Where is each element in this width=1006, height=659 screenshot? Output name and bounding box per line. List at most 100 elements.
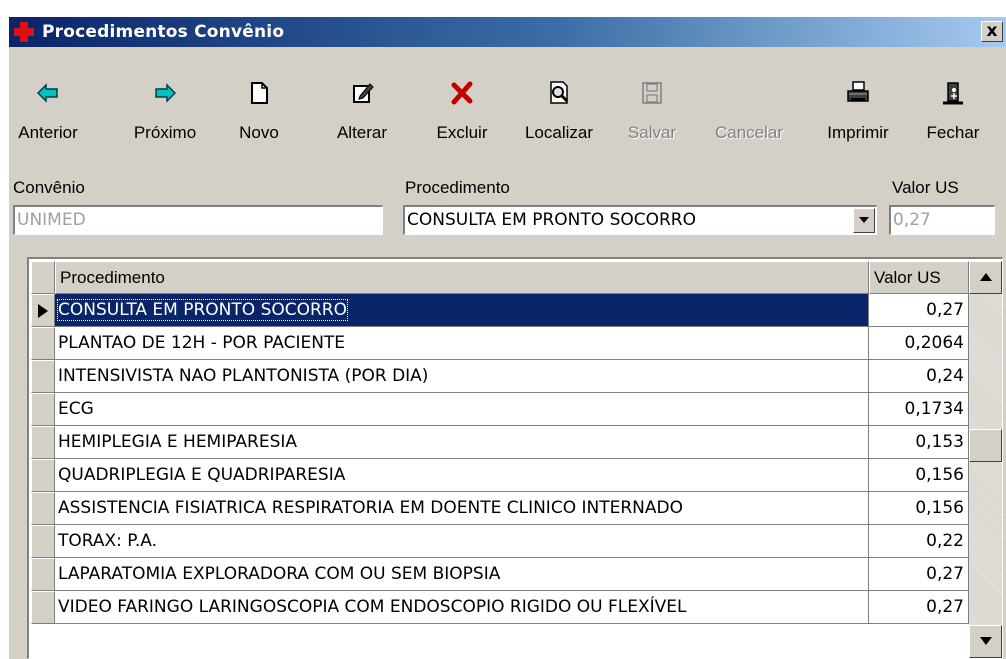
procedures-grid[interactable]: Procedimento Valor US CONSULTA EM PRONTO… — [27, 257, 1003, 659]
valor-cell[interactable]: 0,27 — [869, 558, 969, 591]
edit-icon — [353, 83, 374, 103]
procedimento-cell[interactable]: TORAX: P.A. — [55, 525, 869, 558]
row-indicator[interactable] — [31, 393, 55, 426]
procedimento-cell[interactable]: VIDEO FARINGO LARINGOSCOPIA COM ENDOSCOP… — [55, 591, 869, 624]
convenio-label: Convênio — [13, 178, 85, 197]
table-row[interactable]: QUADRIPLEGIA E QUADRIPARESIA 0,156 — [29, 459, 969, 492]
scroll-thumb[interactable] — [969, 429, 1002, 462]
arrow-up-icon — [980, 273, 992, 281]
fechar-label: Fechar — [926, 123, 980, 142]
table-row[interactable]: ECG 0,1734 — [29, 393, 969, 426]
valor-label: Valor US — [892, 178, 959, 197]
excluir-label: Excluir — [436, 123, 488, 142]
procedimento-text: INTENSIVISTA NAO PLANTONISTA (POR DIA) — [58, 366, 429, 386]
close-button[interactable]: x — [981, 21, 1003, 42]
scroll-down-button[interactable] — [969, 625, 1002, 658]
localizar-button[interactable]: Localizar — [517, 79, 601, 157]
novo-button[interactable]: Novo — [233, 79, 285, 157]
valor-field[interactable]: 0,27 — [889, 205, 995, 235]
valor-cell[interactable]: 0,24 — [869, 360, 969, 393]
vertical-scrollbar[interactable] — [969, 261, 1002, 658]
procedimento-text: CONSULTA EM PRONTO SOCORRO — [57, 299, 348, 321]
table-row[interactable]: HEMIPLEGIA E HEMIPARESIA 0,153 — [29, 426, 969, 459]
procedimento-cell[interactable]: ASSISTENCIA FISIATRICA RESPIRATORIA EM D… — [55, 492, 869, 525]
procedimento-label: Procedimento — [405, 178, 510, 197]
anterior-label: Anterior — [18, 123, 78, 142]
valor-cell[interactable]: 0,27 — [869, 294, 969, 327]
procedimento-text: TORAX: P.A. — [58, 531, 158, 551]
salvar-button[interactable]: Salvar — [625, 79, 679, 157]
delete-x-icon — [451, 81, 473, 105]
current-row-arrow-icon — [38, 304, 48, 318]
header-valor-us[interactable]: Valor US — [869, 261, 969, 294]
excluir-button[interactable]: Excluir — [433, 79, 491, 157]
row-indicator[interactable] — [31, 591, 55, 624]
scroll-up-button[interactable] — [969, 261, 1002, 294]
table-row[interactable]: PLANTAO DE 12H - POR PACIENTE 0,2064 — [29, 327, 969, 360]
table-row[interactable]: CONSULTA EM PRONTO SOCORRO 0,27 — [29, 294, 969, 327]
procedimento-cell[interactable]: LAPARATOMIA EXPLORADORA COM OU SEM BIOPS… — [55, 558, 869, 591]
imprimir-label: Imprimir — [827, 123, 889, 142]
arrow-left-icon — [36, 83, 58, 103]
arrow-right-icon — [155, 83, 177, 103]
row-indicator[interactable] — [31, 459, 55, 492]
procedimento-combo[interactable]: CONSULTA EM PRONTO SOCORRO — [403, 205, 877, 235]
valor-cell[interactable]: 0,156 — [869, 459, 969, 492]
procedimento-text: VIDEO FARINGO LARINGOSCOPIA COM ENDOSCOP… — [58, 597, 687, 617]
valor-cell[interactable]: 0,2064 — [869, 327, 969, 360]
alterar-label: Alterar — [336, 123, 388, 142]
title-bar[interactable]: Procedimentos Convênio x — [9, 17, 1006, 47]
row-indicator[interactable] — [31, 327, 55, 360]
row-indicator[interactable] — [31, 525, 55, 558]
procedimento-cell[interactable]: INTENSIVISTA NAO PLANTONISTA (POR DIA) — [55, 360, 869, 393]
table-row[interactable]: ASSISTENCIA FISIATRICA RESPIRATORIA EM D… — [29, 492, 969, 525]
cancelar-button[interactable]: Cancelar — [707, 79, 791, 157]
save-disk-icon — [642, 82, 662, 104]
procedimento-text: ECG — [58, 399, 94, 419]
new-document-icon — [251, 82, 268, 104]
proximo-button[interactable]: Próximo — [127, 79, 203, 157]
table-row[interactable]: VIDEO FARINGO LARINGOSCOPIA COM ENDOSCOP… — [29, 591, 969, 624]
combo-dropdown-button[interactable] — [853, 208, 875, 233]
table-row[interactable]: INTENSIVISTA NAO PLANTONISTA (POR DIA) 0,… — [29, 360, 969, 393]
procedimentos-window: Procedimentos Convênio x Anterior Próxim… — [8, 16, 1006, 659]
row-indicator[interactable] — [31, 558, 55, 591]
row-indicator[interactable] — [31, 492, 55, 525]
table-row[interactable]: TORAX: P.A. 0,22 — [29, 525, 969, 558]
arrow-down-icon — [980, 637, 992, 645]
valor-cell[interactable]: 0,22 — [869, 525, 969, 558]
search-document-icon — [550, 81, 569, 104]
header-procedimento[interactable]: Procedimento — [55, 261, 869, 294]
valor-cell[interactable]: 0,153 — [869, 426, 969, 459]
procedimento-text: LAPARATOMIA EXPLORADORA COM OU SEM BIOPS… — [58, 564, 501, 584]
valor-cell[interactable]: 0,1734 — [869, 393, 969, 426]
novo-label: Novo — [239, 123, 279, 142]
row-indicator[interactable] — [31, 426, 55, 459]
procedimento-cell[interactable]: CONSULTA EM PRONTO SOCORRO — [55, 294, 869, 327]
procedimento-text: HEMIPLEGIA E HEMIPARESIA — [58, 432, 298, 452]
imprimir-button[interactable]: Imprimir — [821, 79, 895, 157]
row-indicator[interactable] — [31, 360, 55, 393]
table-row[interactable]: LAPARATOMIA EXPLORADORA COM OU SEM BIOPS… — [29, 558, 969, 591]
cancelar-label: Cancelar — [714, 123, 784, 142]
row-indicator[interactable] — [31, 294, 55, 327]
procedimento-text: QUADRIPLEGIA E QUADRIPARESIA — [58, 465, 346, 485]
localizar-label: Localizar — [524, 123, 594, 142]
grid-corner-header — [31, 261, 55, 294]
procedimento-cell[interactable]: PLANTAO DE 12H - POR PACIENTE — [55, 327, 869, 360]
proximo-label: Próximo — [133, 123, 197, 142]
convenio-field[interactable]: UNIMED — [13, 205, 383, 235]
valor-cell[interactable]: 0,27 — [869, 591, 969, 624]
valor-cell[interactable]: 0,156 — [869, 492, 969, 525]
anterior-button[interactable]: Anterior — [15, 79, 81, 157]
procedimento-text: ASSISTENCIA FISIATRICA RESPIRATORIA EM D… — [58, 498, 683, 518]
fechar-button[interactable]: Fechar — [917, 79, 989, 157]
procedimento-cell[interactable]: HEMIPLEGIA E HEMIPARESIA — [55, 426, 869, 459]
procedimento-combo-value: CONSULTA EM PRONTO SOCORRO — [407, 210, 696, 230]
exit-door-icon — [943, 82, 963, 105]
procedimento-cell[interactable]: ECG — [55, 393, 869, 426]
procedimento-cell[interactable]: QUADRIPLEGIA E QUADRIPARESIA — [55, 459, 869, 492]
printer-icon — [847, 81, 869, 102]
alterar-button[interactable]: Alterar — [331, 79, 393, 157]
window-title: Procedimentos Convênio — [42, 22, 285, 42]
